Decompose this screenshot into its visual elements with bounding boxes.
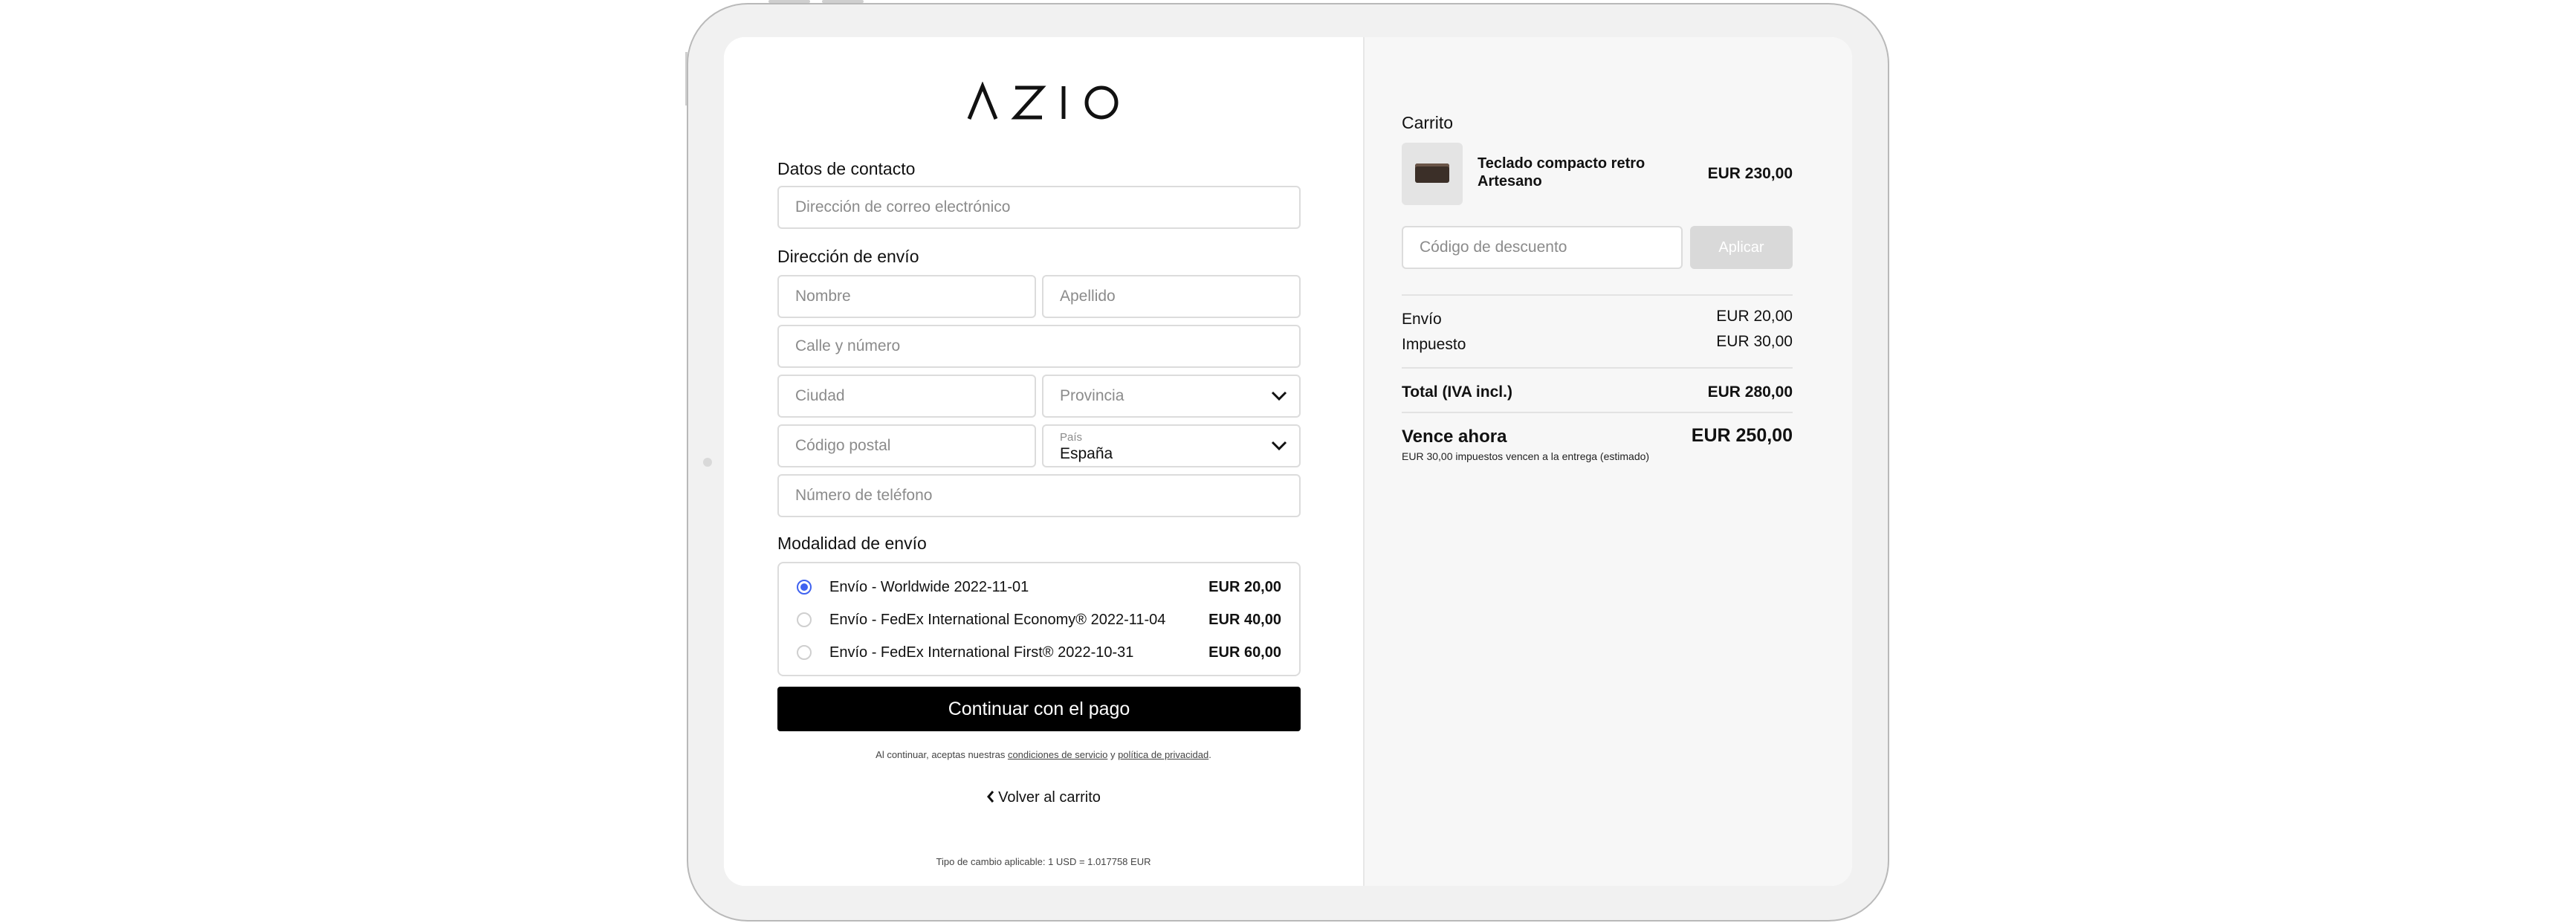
street-field[interactable]: Calle y número — [777, 325, 1301, 368]
province-placeholder: Provincia — [1060, 387, 1124, 404]
terms-suffix: . — [1208, 749, 1211, 760]
exchange-rate-note: Tipo de cambio aplicable: 1 USD = 1.0177… — [936, 856, 1151, 867]
shipping-option-label: Envío - FedEx International First® 2022-… — [829, 644, 1134, 661]
country-label: País — [1060, 431, 1083, 444]
shipping-options: Envío - Worldwide 2022-11-01 EUR 20,00 E… — [777, 562, 1301, 676]
radio-unselected[interactable] — [797, 645, 812, 660]
camera-dot — [703, 458, 712, 467]
due-now-note: EUR 30,00 impuestos vencen a la entrega … — [1402, 450, 1650, 462]
checkout-screen: Datos de contacto Dirección de correo el… — [724, 37, 1852, 886]
tax-summary-value: EUR 30,00 — [1716, 333, 1793, 350]
chevron-left-icon — [987, 791, 994, 803]
product-price: EUR 230,00 — [1707, 165, 1793, 182]
email-placeholder: Dirección de correo electrónico — [795, 198, 1011, 216]
total-row: Total (IVA incl.) EUR 280,00 — [1402, 383, 1793, 401]
shipping-option[interactable]: Envío - FedEx International Economy® 202… — [779, 605, 1299, 635]
chevron-down-icon — [1271, 391, 1287, 401]
chevron-down-icon — [1271, 441, 1287, 451]
city-placeholder: Ciudad — [795, 387, 845, 404]
shipping-summary-row: Envío EUR 20,00 — [1402, 308, 1793, 328]
discount-code-field[interactable]: Código de descuento — [1402, 226, 1683, 269]
shipping-option-label: Envío - FedEx International Economy® 202… — [829, 611, 1166, 628]
radio-selected[interactable] — [797, 580, 812, 595]
shipping-option-price: EUR 20,00 — [1208, 578, 1281, 595]
back-to-cart-label: Volver al carrito — [998, 789, 1101, 806]
shipping-option-price: EUR 60,00 — [1208, 644, 1281, 661]
due-now-label: Vence ahora — [1402, 427, 1507, 447]
terms-notice: Al continuar, aceptas nuestras condicion… — [724, 749, 1363, 760]
total-value: EUR 280,00 — [1707, 383, 1793, 401]
due-now-value: EUR 250,00 — [1691, 425, 1793, 446]
continue-to-payment-button[interactable]: Continuar con el pago — [777, 687, 1301, 731]
shipping-method-title: Modalidad de envío — [777, 534, 927, 553]
cart-title: Carrito — [1402, 113, 1454, 132]
shipping-option[interactable]: Envío - FedEx International First® 2022-… — [779, 638, 1299, 667]
total-label: Total (IVA incl.) — [1402, 383, 1512, 401]
postal-code-field[interactable]: Código postal — [777, 424, 1036, 467]
divider — [1402, 367, 1793, 369]
first-name-field[interactable]: Nombre — [777, 275, 1036, 318]
product-thumbnail — [1402, 143, 1463, 205]
province-select[interactable]: Provincia — [1042, 375, 1301, 418]
email-field[interactable]: Dirección de correo electrónico — [777, 186, 1301, 229]
privacy-policy-link[interactable]: política de privacidad — [1118, 749, 1208, 760]
street-placeholder: Calle y número — [795, 337, 901, 354]
azio-logo — [967, 82, 1119, 120]
shipping-option-price: EUR 40,00 — [1208, 611, 1281, 628]
shipping-option[interactable]: Envío - Worldwide 2022-11-01 EUR 20,00 — [779, 572, 1299, 602]
terms-mid: y — [1107, 749, 1119, 760]
tax-summary-row: Impuesto EUR 30,00 — [1402, 333, 1793, 354]
last-name-placeholder: Apellido — [1060, 288, 1116, 305]
keyboard-image — [1415, 163, 1449, 183]
country-select[interactable]: País España — [1042, 424, 1301, 467]
last-name-field[interactable]: Apellido — [1042, 275, 1301, 318]
terms-prefix: Al continuar, aceptas nuestras — [876, 749, 1008, 760]
product-name: Teclado compacto retro Artesano — [1478, 155, 1645, 190]
apply-discount-button[interactable]: Aplicar — [1690, 226, 1793, 269]
shipping-summary-label: Envío — [1402, 311, 1442, 328]
shipping-address-title: Dirección de envío — [777, 247, 919, 266]
postal-placeholder: Código postal — [795, 437, 891, 454]
shipping-option-label: Envío - Worldwide 2022-11-01 — [829, 578, 1029, 595]
cart-summary-panel: Carrito Teclado compacto retro Artesano … — [1365, 37, 1852, 886]
shipping-summary-value: EUR 20,00 — [1716, 308, 1793, 325]
checkout-form-panel: Datos de contacto Dirección de correo el… — [724, 37, 1365, 886]
phone-placeholder: Número de teléfono — [795, 487, 933, 504]
discount-placeholder: Código de descuento — [1420, 239, 1567, 256]
city-field[interactable]: Ciudad — [777, 375, 1036, 418]
contact-section-title: Datos de contacto — [777, 159, 916, 178]
back-to-cart-link[interactable]: Volver al carrito — [724, 789, 1363, 806]
divider — [1402, 294, 1793, 296]
country-value: España — [1060, 445, 1113, 462]
divider — [1402, 412, 1793, 413]
phone-field[interactable]: Número de teléfono — [777, 474, 1301, 517]
terms-of-service-link[interactable]: condiciones de servicio — [1008, 749, 1107, 760]
radio-unselected[interactable] — [797, 612, 812, 627]
first-name-placeholder: Nombre — [795, 288, 851, 305]
tax-summary-label: Impuesto — [1402, 336, 1466, 353]
